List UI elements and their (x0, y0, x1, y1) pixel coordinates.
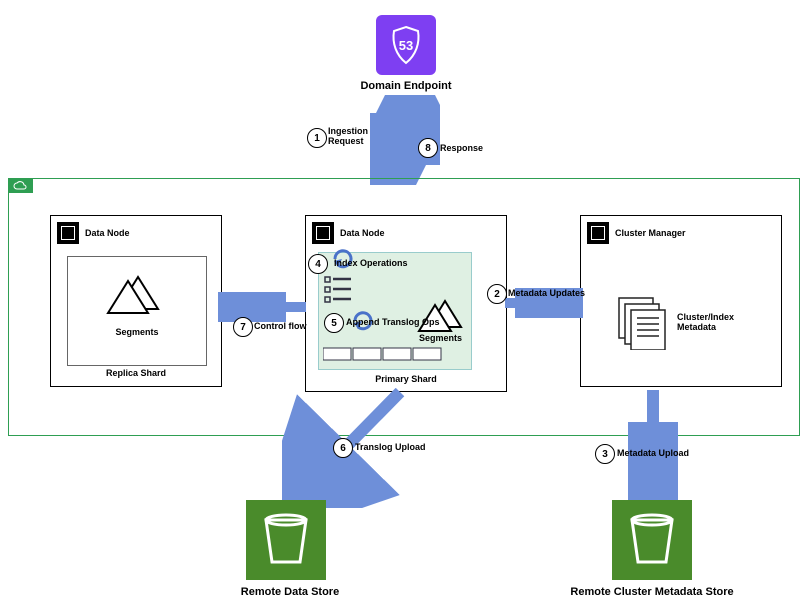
chip-icon (312, 222, 334, 244)
primary-segments-label: Segments (419, 333, 462, 343)
translog-row-icon (323, 347, 443, 363)
step-6-label: Translog Upload (355, 442, 426, 452)
step-5-badge: 5 (324, 313, 344, 333)
logo-number: 53 (399, 38, 413, 53)
shield-icon: 53 (386, 25, 426, 65)
primary-shard-box: Segments (318, 252, 472, 370)
step-4-badge: 4 (308, 254, 328, 274)
remote-data-store-icon (246, 500, 326, 583)
step-6-badge: 6 (333, 438, 353, 458)
step-3-label: Metadata Upload (617, 448, 689, 458)
replica-shard-label: Replica Shard (51, 368, 221, 378)
step-2-label: Metadata Updates (508, 288, 585, 298)
step-8-label: Response (440, 143, 483, 153)
primary-shard-label: Primary Shard (306, 374, 506, 384)
remote-metadata-store-label: Remote Cluster Metadata Store (552, 586, 752, 598)
step-3-badge: 3 (595, 444, 615, 464)
chip-icon (57, 222, 79, 244)
manager-doc-label: Cluster/Index Metadata (677, 312, 734, 332)
step-2-badge: 2 (487, 284, 507, 304)
step-1-label: Ingestion Request (328, 126, 368, 146)
step-7-label: Control flow (254, 321, 307, 331)
domain-endpoint-label: Domain Endpoint (350, 80, 462, 92)
primary-node-box: Data Node Segments Prima (305, 215, 507, 392)
cloud-icon (8, 178, 33, 193)
manager-node-title: Cluster Manager (615, 228, 686, 238)
segments-icon (411, 291, 471, 337)
arrow-primary-to-replica (218, 292, 308, 322)
step-1-badge: 1 (307, 128, 327, 148)
segments-icon (98, 269, 168, 319)
step-8-badge: 8 (418, 138, 438, 158)
domain-endpoint-logo: 53 (376, 15, 436, 75)
remote-metadata-store-icon (612, 500, 692, 583)
remote-data-store-label: Remote Data Store (210, 586, 370, 598)
manager-node-box: Cluster Manager Cluster/Index Metadata (580, 215, 782, 387)
step-5-label: Append Translog Ops (346, 317, 440, 327)
documents-icon (615, 294, 671, 350)
replica-shard-box: Segments (67, 256, 207, 366)
chip-icon (587, 222, 609, 244)
step-4-label: Index Operations (334, 258, 408, 268)
primary-node-title: Data Node (340, 228, 385, 238)
step-7-badge: 7 (233, 317, 253, 337)
replica-segments-label: Segments (68, 327, 206, 337)
replica-node-box: Data Node Segments Replica Shard (50, 215, 222, 387)
replica-node-title: Data Node (85, 228, 130, 238)
list-icon (323, 275, 353, 309)
